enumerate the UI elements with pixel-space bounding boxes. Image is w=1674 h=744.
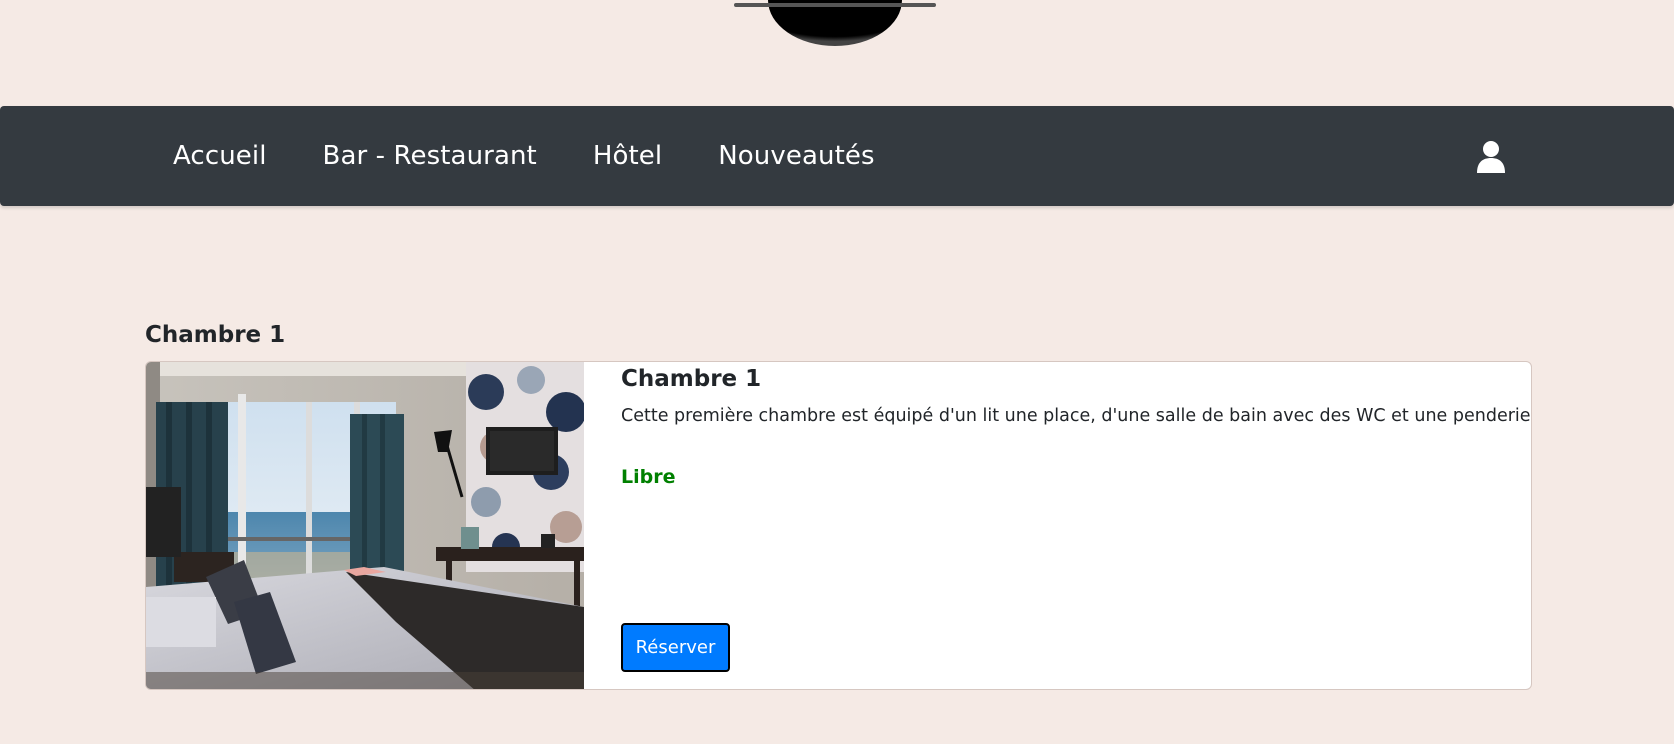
room-card: Chambre 1 Cette première chambre est équ… [145,361,1532,690]
room-status: Libre [621,466,676,488]
room-photo-illustration [146,362,586,689]
nav-link-nouveautes[interactable]: Nouveautés [690,141,902,171]
reserve-button[interactable]: Réserver [621,623,730,672]
room-photo [146,362,586,689]
room-title: Chambre 1 [621,366,762,392]
user-icon [1477,141,1505,173]
nav-links: Accueil Bar - Restaurant Hôtel Nouveauté… [145,106,903,206]
nav-link-accueil[interactable]: Accueil [145,141,295,171]
user-account-button[interactable] [1474,140,1508,174]
nav-link-bar-restaurant[interactable]: Bar - Restaurant [295,141,565,171]
nav-link-hotel[interactable]: Hôtel [565,141,690,171]
main-navbar: Accueil Bar - Restaurant Hôtel Nouveauté… [0,106,1674,206]
section-title: Chambre 1 [145,322,286,348]
site-logo[interactable] [734,0,936,46]
room-description: Cette première chambre est équipé d'un l… [621,406,1532,426]
logo-emblem-icon [734,0,936,46]
room-card-body: Chambre 1 Cette première chambre est équ… [621,362,1532,689]
page: Accueil Bar - Restaurant Hôtel Nouveauté… [0,0,1674,744]
